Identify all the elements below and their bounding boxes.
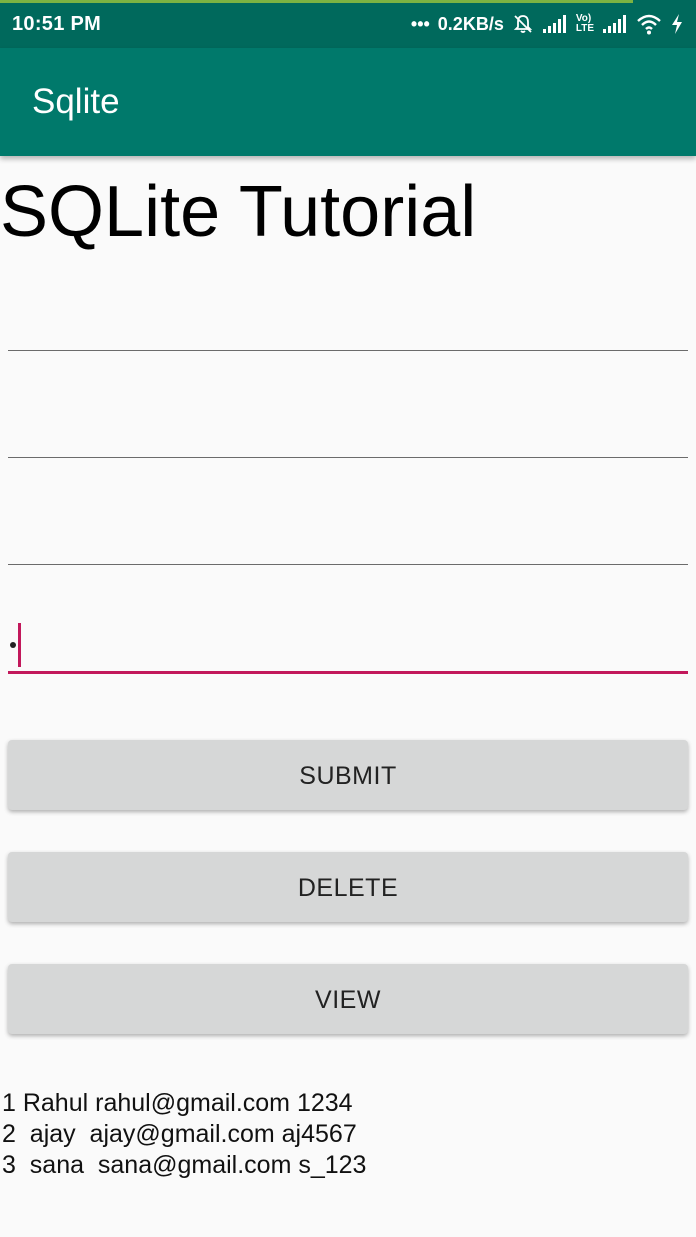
overflow-dots: ••• xyxy=(410,13,430,34)
input-field-2[interactable] xyxy=(8,392,688,458)
muted-bell-icon xyxy=(512,13,534,35)
status-icons: ••• 0.2KB/s Vo) LTE xyxy=(411,13,684,35)
list-item: 1 Rahul rahul@gmail.com 1234 xyxy=(2,1089,353,1117)
download-progress-bar xyxy=(0,0,634,3)
submit-button[interactable]: SUBMIT xyxy=(8,740,688,810)
charging-icon xyxy=(670,13,684,35)
list-item: 2 ajay ajay@gmail.com aj4567 xyxy=(2,1120,357,1148)
password-field[interactable] xyxy=(8,608,688,674)
input-field-3[interactable] xyxy=(8,499,688,565)
view-button[interactable]: VIEW xyxy=(8,964,688,1034)
signal-bars-icon xyxy=(542,14,568,34)
input-field-1[interactable] xyxy=(8,285,688,351)
delete-button[interactable]: DELETE xyxy=(8,852,688,922)
status-bar: 10:51 PM ••• 0.2KB/s Vo) LTE xyxy=(0,0,696,48)
app-toolbar: Sqlite xyxy=(0,48,696,156)
results-list: 1 Rahul rahul@gmail.com 1234 2 ajay ajay… xyxy=(2,1088,366,1181)
password-dot xyxy=(10,642,16,648)
list-item: 3 sana sana@gmail.com s_123 xyxy=(2,1151,367,1179)
status-time: 10:51 PM xyxy=(12,12,102,35)
volte-icon: Vo) LTE xyxy=(576,14,594,34)
volte-label-bottom: LTE xyxy=(575,23,594,34)
page-title: SQLite Tutorial xyxy=(0,172,477,252)
wifi-icon xyxy=(636,13,662,35)
text-cursor xyxy=(18,623,21,667)
network-speed: 0.2KB/s xyxy=(437,13,504,34)
toolbar-title: Sqlite xyxy=(32,82,120,121)
signal-bars-icon-2 xyxy=(602,14,628,34)
